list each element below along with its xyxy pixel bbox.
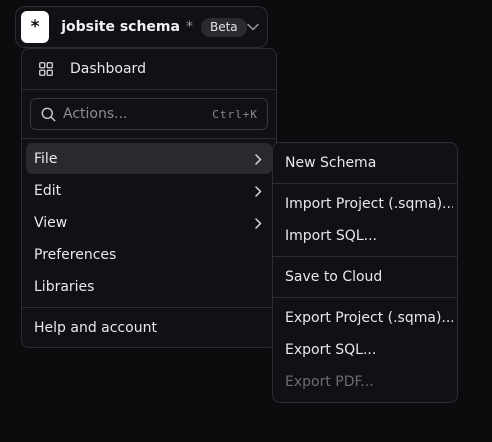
menu-item-edit[interactable]: Edit xyxy=(26,175,272,206)
beta-badge: Beta xyxy=(200,17,247,37)
divider xyxy=(22,138,276,139)
submenu-item-label: Export Project (.sqma)... xyxy=(285,310,453,326)
menu-item-label: Edit xyxy=(34,182,62,199)
dashboard-label: Dashboard xyxy=(70,60,146,77)
divider xyxy=(22,307,276,308)
divider xyxy=(273,183,457,184)
submenu-item-export-sql[interactable]: Export SQL... xyxy=(277,335,453,365)
submenu-item-label: Import Project (.sqma)... xyxy=(285,196,453,212)
submenu-item-label: Export PDF... xyxy=(285,374,374,390)
divider xyxy=(273,256,457,257)
menu-item-label: Libraries xyxy=(34,278,95,295)
menu-item-help-and-account[interactable]: Help and account xyxy=(26,312,272,343)
menu-item-dashboard[interactable]: Dashboard xyxy=(26,53,272,84)
search-placeholder: Actions... xyxy=(63,106,128,122)
search-icon xyxy=(41,107,56,122)
main-menu: Dashboard Actions... Ctrl+K File Edit Vi… xyxy=(21,48,277,348)
submenu-item-label: Save to Cloud xyxy=(285,269,383,285)
shortcut-hint: Ctrl+K xyxy=(212,107,258,121)
submenu-item-label: Export SQL... xyxy=(285,342,377,358)
menu-item-label: Help and account xyxy=(34,319,157,336)
menu-item-label: File xyxy=(34,150,58,167)
actions-search-input[interactable]: Actions... Ctrl+K xyxy=(30,98,268,130)
menu-item-preferences[interactable]: Preferences xyxy=(26,239,272,270)
dashboard-grid-icon xyxy=(39,61,53,76)
divider xyxy=(273,297,457,298)
chevron-right-icon xyxy=(255,185,262,201)
menu-item-label: Preferences xyxy=(34,246,117,263)
menu-item-file[interactable]: File xyxy=(26,143,272,174)
chevron-right-icon xyxy=(255,153,262,169)
menu-item-view[interactable]: View xyxy=(26,207,272,238)
submenu-item-import-project[interactable]: Import Project (.sqma)... xyxy=(277,189,453,219)
unsaved-indicator: * xyxy=(185,19,193,35)
app-logo: * xyxy=(21,11,50,43)
submenu-item-save-to-cloud[interactable]: Save to Cloud xyxy=(277,262,453,292)
project-switcher[interactable]: * jobsite schema * Beta xyxy=(15,6,268,48)
menu-item-libraries[interactable]: Libraries xyxy=(26,271,272,302)
submenu-item-import-sql[interactable]: Import SQL... xyxy=(277,221,453,251)
menu-item-label: View xyxy=(34,214,68,231)
submenu-item-export-project[interactable]: Export Project (.sqma)... xyxy=(277,303,453,333)
submenu-item-new-schema[interactable]: New Schema xyxy=(277,148,453,178)
project-name: jobsite schema xyxy=(61,19,180,35)
chevron-right-icon xyxy=(255,217,262,233)
submenu-item-export-pdf: Export PDF... xyxy=(277,367,453,397)
file-submenu: New Schema Import Project (.sqma)... Imp… xyxy=(272,142,458,403)
chevron-down-icon[interactable] xyxy=(247,20,259,34)
submenu-item-label: New Schema xyxy=(285,155,377,171)
submenu-item-label: Import SQL... xyxy=(285,228,377,244)
divider xyxy=(22,89,276,90)
